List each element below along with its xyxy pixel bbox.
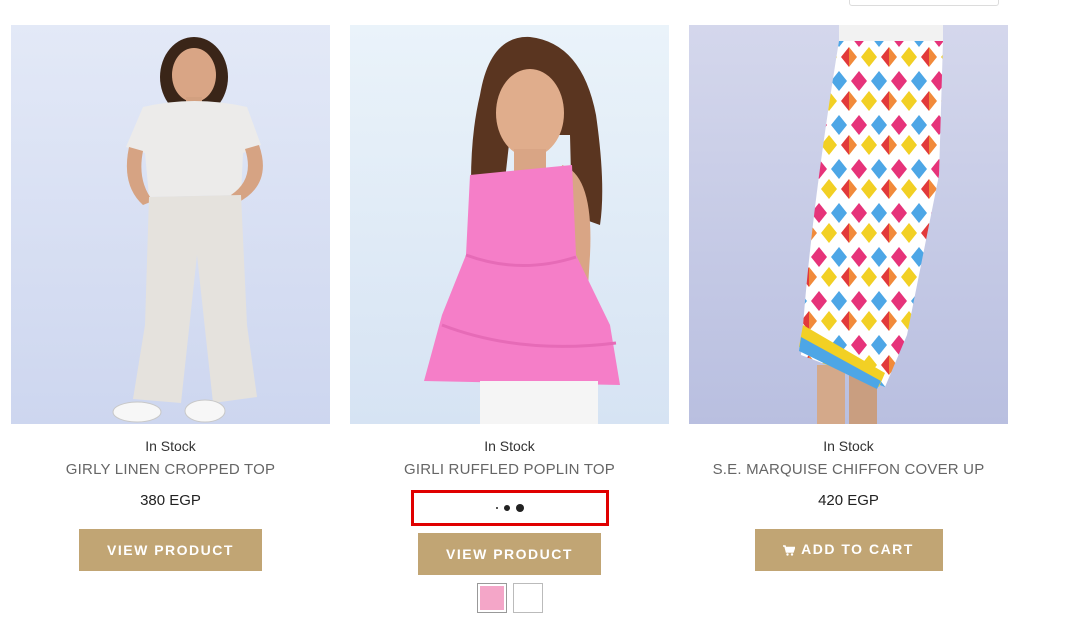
- stock-status: In Stock: [145, 438, 196, 454]
- swatch-pink[interactable]: [476, 583, 507, 613]
- stock-status: In Stock: [823, 438, 874, 454]
- product-image[interactable]: [689, 25, 1008, 424]
- add-to-cart-label: ADD TO CART: [801, 541, 914, 558]
- loading-dot: [503, 505, 510, 511]
- product-title[interactable]: GIRLY LINEN CROPPED TOP: [11, 461, 330, 479]
- product-title[interactable]: GIRLI RUFFLED POPLIN TOP: [350, 461, 669, 479]
- product-price: 420 EGP: [818, 492, 879, 509]
- add-to-cart-button[interactable]: ADD TO CART: [754, 529, 943, 571]
- product-price: 380 EGP: [140, 492, 201, 509]
- loading-dot: [515, 504, 524, 512]
- swatch-fill: [479, 586, 504, 610]
- price-loading-indicator: [410, 490, 609, 526]
- product-title[interactable]: S.E. MARQUISE CHIFFON COVER UP: [689, 461, 1008, 479]
- loading-dot: [495, 507, 498, 509]
- product-card: In Stock S.E. MARQUISE CHIFFON COVER UP …: [689, 25, 1008, 571]
- cart-icon: [783, 543, 796, 559]
- product-image[interactable]: [350, 25, 669, 424]
- swatch-fill: [515, 586, 540, 610]
- view-product-button[interactable]: VIEW PRODUCT: [418, 533, 601, 575]
- color-swatches: [350, 583, 669, 613]
- product-image[interactable]: [11, 25, 330, 424]
- product-card: In Stock GIRLY LINEN CROPPED TOP 380 EGP…: [11, 25, 330, 571]
- view-product-button[interactable]: VIEW PRODUCT: [79, 529, 262, 571]
- stock-status: In Stock: [484, 438, 535, 454]
- swatch-white[interactable]: [512, 583, 543, 613]
- sort-dropdown[interactable]: [849, 0, 999, 6]
- product-card: In Stock GIRLI RUFFLED POPLIN TOP VIEW P…: [350, 25, 669, 613]
